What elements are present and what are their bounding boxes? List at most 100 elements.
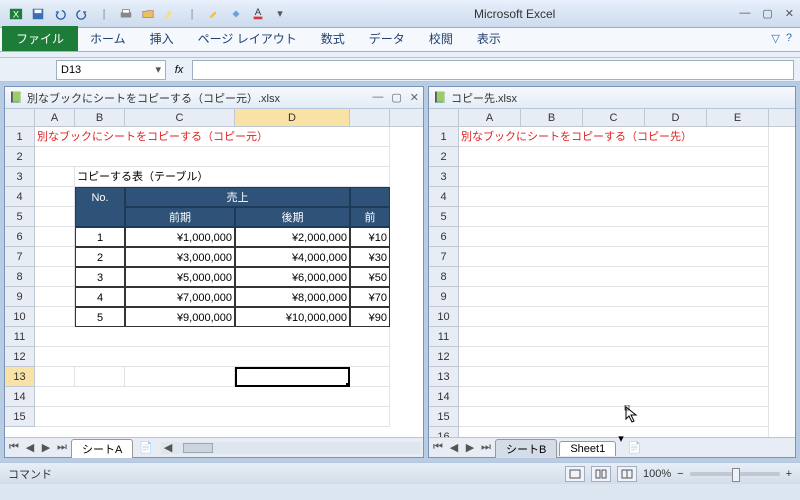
row-5[interactable]: 5	[5, 207, 35, 227]
bucket-icon[interactable]	[226, 4, 246, 24]
active-cell-D13[interactable]	[235, 367, 350, 387]
tab-nav-last-icon[interactable]: ⏭	[479, 441, 493, 455]
tab-file[interactable]: ファイル	[2, 26, 78, 51]
row-13[interactable]: 13	[429, 367, 459, 387]
th-no[interactable]: No.	[75, 187, 125, 207]
row-2[interactable]: 2	[429, 147, 459, 167]
table-cell[interactable]: 3	[75, 267, 125, 287]
tab-nav-first-icon[interactable]: ⏮	[7, 441, 21, 455]
help-icon[interactable]: ?	[786, 32, 792, 45]
zoom-slider[interactable]	[690, 472, 780, 476]
tab-pagelayout[interactable]: ページ レイアウト	[186, 26, 309, 51]
table-cell[interactable]: ¥9,000,000	[125, 307, 235, 327]
dropdown-icon[interactable]: ▾	[270, 4, 290, 24]
table-cell[interactable]: ¥3,000,000	[125, 247, 235, 267]
fx-icon[interactable]: fx	[170, 64, 188, 76]
tab-review[interactable]: 校閲	[417, 26, 465, 51]
col-B[interactable]: B	[521, 109, 583, 126]
open-icon[interactable]	[138, 4, 158, 24]
row-1[interactable]: 1	[429, 127, 459, 147]
table-cell[interactable]: ¥7,000,000	[125, 287, 235, 307]
redo-icon[interactable]	[72, 4, 92, 24]
save-icon[interactable]	[28, 4, 48, 24]
undo-icon[interactable]	[50, 4, 70, 24]
print-icon[interactable]	[116, 4, 136, 24]
col-C[interactable]: C	[583, 109, 645, 126]
color-icon[interactable]: A	[248, 4, 268, 24]
tab-nav-last-icon[interactable]: ⏭	[55, 441, 69, 455]
tab-formulas[interactable]: 数式	[309, 26, 357, 51]
table-cell[interactable]: ¥1,000,000	[125, 227, 235, 247]
row-8[interactable]: 8	[5, 267, 35, 287]
th-curr[interactable]: 後期	[235, 207, 350, 227]
row-7[interactable]: 7	[5, 247, 35, 267]
minimize-icon[interactable]: ―	[739, 7, 750, 20]
view-pagelayout-icon[interactable]	[591, 466, 611, 482]
tab-home[interactable]: ホーム	[78, 26, 138, 51]
table-cell[interactable]: 5	[75, 307, 125, 327]
row-4[interactable]: 4	[429, 187, 459, 207]
sheet-tab-sheet1[interactable]: Sheet1	[559, 441, 616, 456]
row-10[interactable]: 10	[5, 307, 35, 327]
new-sheet-icon[interactable]: 📄	[628, 441, 642, 454]
row-15[interactable]: 15	[5, 407, 35, 427]
new-sheet-icon[interactable]: 📄	[139, 441, 153, 454]
row-8[interactable]: 8	[429, 267, 459, 287]
row-12[interactable]: 12	[5, 347, 35, 367]
th-prev[interactable]: 前期	[125, 207, 235, 227]
brush-icon[interactable]	[204, 4, 224, 24]
table-cell[interactable]: ¥4,000,000	[235, 247, 350, 267]
view-normal-icon[interactable]	[565, 466, 585, 482]
table-cell[interactable]: ¥30	[350, 247, 390, 267]
h-scrollbar[interactable]: ◀	[161, 442, 421, 454]
table-cell[interactable]: ¥10,000,000	[235, 307, 350, 327]
table-cell[interactable]: ¥2,000,000	[235, 227, 350, 247]
table-cell[interactable]: 2	[75, 247, 125, 267]
row-5[interactable]: 5	[429, 207, 459, 227]
row-9[interactable]: 9	[429, 287, 459, 307]
col-E[interactable]: E	[707, 109, 769, 126]
row-4[interactable]: 4	[5, 187, 35, 207]
row-10[interactable]: 10	[429, 307, 459, 327]
row-13[interactable]: 13	[5, 367, 35, 387]
name-box[interactable]: D13 ▾	[56, 60, 166, 80]
tab-data[interactable]: データ	[357, 26, 417, 51]
grid-source[interactable]: A B C D 1別なブックにシートをコピーする（コピー元） 2 3コピーする表…	[5, 109, 423, 437]
chevron-down-icon[interactable]: ▾	[155, 63, 161, 76]
formula-input[interactable]	[192, 60, 794, 80]
row-12[interactable]: 12	[429, 347, 459, 367]
table-cell[interactable]: ¥6,000,000	[235, 267, 350, 287]
th-sales[interactable]: 売上	[125, 187, 350, 207]
table-cell[interactable]: ¥90	[350, 307, 390, 327]
tab-nav-prev-icon[interactable]: ◀	[447, 441, 461, 455]
row-11[interactable]: 11	[429, 327, 459, 347]
table-cell[interactable]: ¥10	[350, 227, 390, 247]
col-D[interactable]: D	[235, 109, 350, 126]
row-14[interactable]: 14	[429, 387, 459, 407]
table-cell[interactable]: ¥8,000,000	[235, 287, 350, 307]
zoom-out-icon[interactable]: −	[677, 468, 683, 480]
col-A[interactable]: A	[459, 109, 521, 126]
highlight-icon[interactable]	[160, 4, 180, 24]
select-all-corner[interactable]	[5, 109, 35, 126]
row-14[interactable]: 14	[5, 387, 35, 407]
row-16[interactable]: 16	[429, 427, 459, 437]
view-pagebreak-icon[interactable]	[617, 466, 637, 482]
heading-cell[interactable]: 別なブックにシートをコピーする（コピー元）	[35, 127, 390, 147]
table-cell[interactable]: ¥5,000,000	[125, 267, 235, 287]
sheet-tab-b[interactable]: シートB	[495, 439, 557, 458]
tab-nav-prev-icon[interactable]: ◀	[23, 441, 37, 455]
th-prev2[interactable]: 前	[350, 207, 390, 227]
wb-min-icon[interactable]: ―	[372, 91, 383, 104]
row-15[interactable]: 15	[429, 407, 459, 427]
tab-nav-next-icon[interactable]: ▶	[39, 441, 53, 455]
close-icon[interactable]: ✕	[785, 7, 794, 20]
zoom-in-icon[interactable]: +	[786, 468, 792, 480]
row-2[interactable]: 2	[5, 147, 35, 167]
tab-nav-next-icon[interactable]: ▶	[463, 441, 477, 455]
col-E[interactable]	[350, 109, 390, 126]
table-cell[interactable]: 1	[75, 227, 125, 247]
row-7[interactable]: 7	[429, 247, 459, 267]
select-all-corner[interactable]	[429, 109, 459, 126]
sheet-tab-a[interactable]: シートA	[71, 439, 133, 458]
